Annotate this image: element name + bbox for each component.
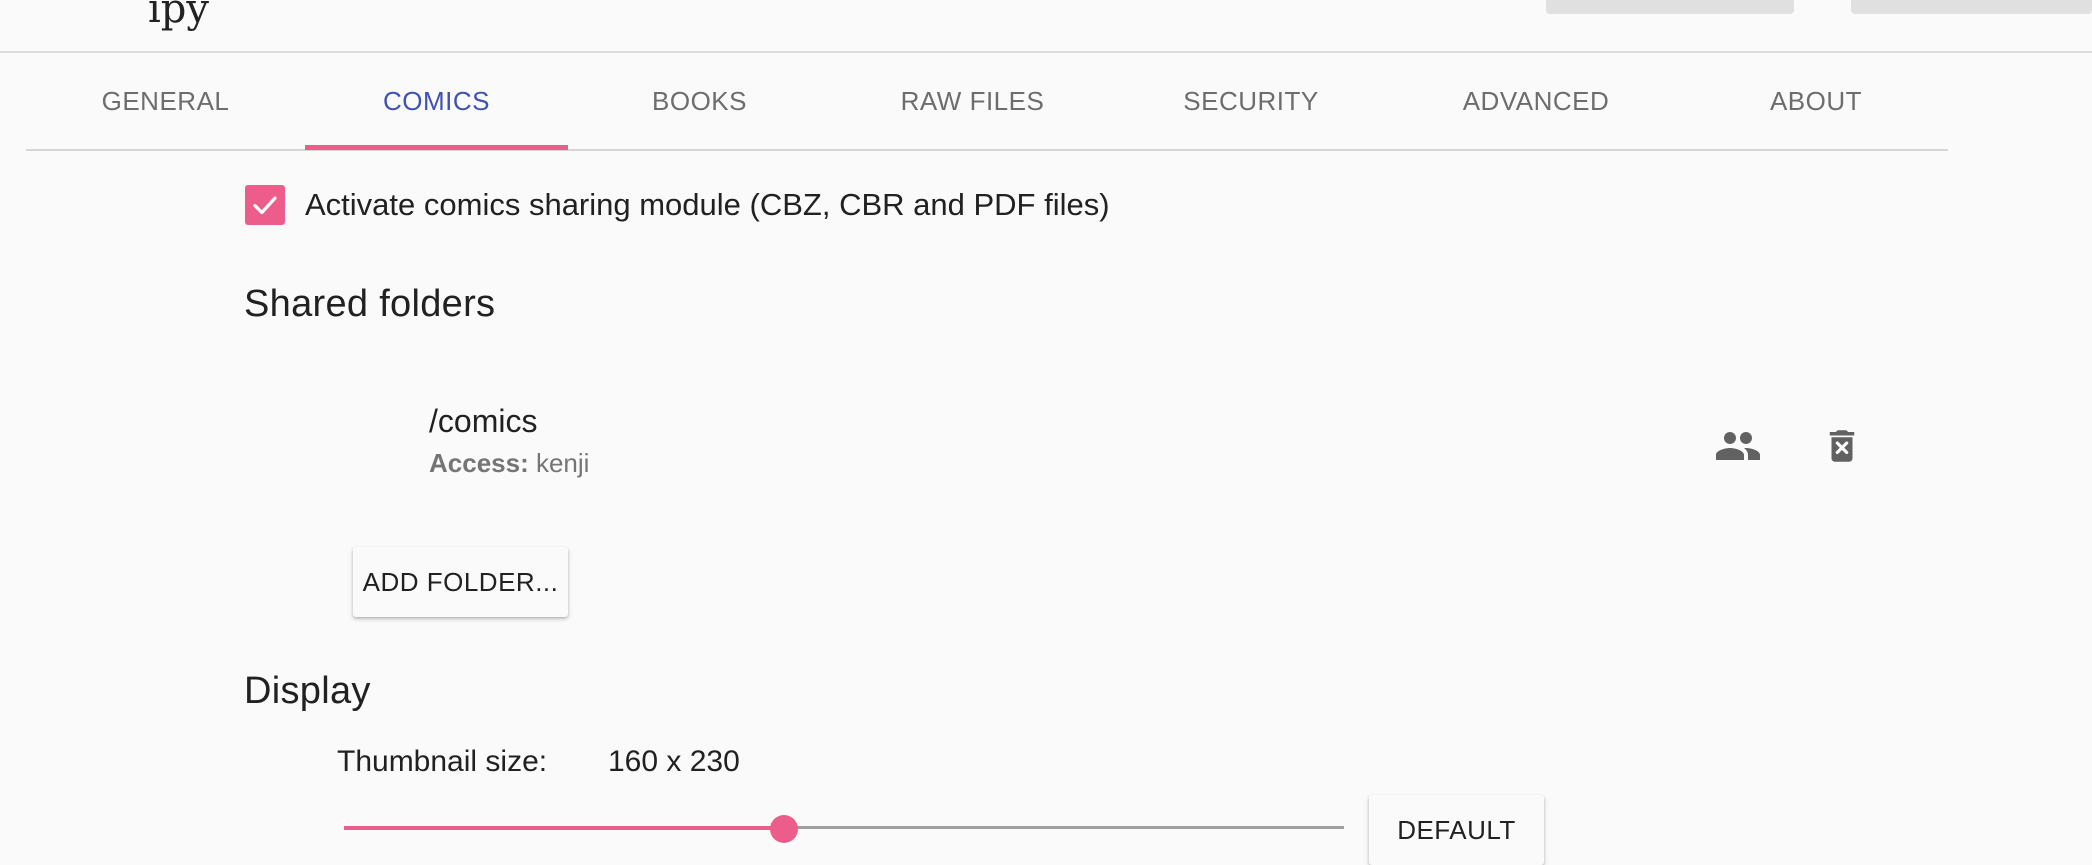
tab-raw-files[interactable]: RAW FILES: [831, 53, 1114, 149]
thumbnail-size-slider[interactable]: [344, 815, 1344, 843]
tab-about-label: ABOUT: [1769, 85, 1863, 116]
top-action-button-1[interactable]: [1546, 0, 1794, 14]
add-folder-button[interactable]: ADD FOLDER...: [353, 547, 568, 617]
tab-books[interactable]: BOOKS: [568, 53, 831, 149]
tab-raw-files-label: RAW FILES: [900, 85, 1045, 116]
tab-about[interactable]: ABOUT: [1684, 53, 1948, 149]
tab-comics-label: COMICS: [383, 85, 490, 116]
app-bar: ıpy: [0, 0, 2092, 53]
tab-advanced[interactable]: ADVANCED: [1388, 53, 1684, 149]
folder-path: /comics: [429, 403, 538, 439]
folder-access-label: Access:: [429, 448, 529, 478]
slider-fill: [344, 826, 784, 830]
tab-security-label: SECURITY: [1183, 85, 1319, 116]
slider-knob[interactable]: [770, 815, 798, 843]
folder-access: Access: kenji: [429, 448, 589, 479]
folder-permissions-button[interactable]: [1708, 416, 1768, 476]
add-folder-button-label: ADD FOLDER...: [362, 566, 559, 597]
settings-tabs: GENERAL COMICS BOOKS RAW FILES SECURITY …: [26, 53, 1948, 151]
thumbnail-size-label: Thumbnail size:: [337, 745, 548, 778]
app-logo: ıpy: [148, 0, 209, 32]
active-tab-indicator: [305, 145, 568, 150]
comics-module-label: Activate comics sharing module (CBZ, CBR…: [305, 187, 1110, 222]
default-button[interactable]: DEFAULT: [1369, 795, 1544, 865]
checkmark-icon: [253, 196, 277, 215]
thumbnail-size-value: 160 x 230: [608, 745, 740, 778]
people-icon: [1716, 432, 1760, 460]
default-button-label: DEFAULT: [1397, 814, 1516, 845]
shared-folders-title: Shared folders: [244, 283, 496, 325]
tab-general-label: GENERAL: [101, 85, 230, 116]
folder-delete-button[interactable]: [1812, 416, 1872, 476]
tab-security[interactable]: SECURITY: [1114, 53, 1388, 149]
tab-comics[interactable]: COMICS: [305, 53, 568, 149]
comics-module-checkbox[interactable]: [245, 185, 285, 225]
tab-books-label: BOOKS: [652, 85, 747, 116]
display-title: Display: [244, 670, 371, 712]
folder-access-value: kenji: [535, 448, 590, 478]
tab-advanced-label: ADVANCED: [1462, 85, 1610, 116]
tab-general[interactable]: GENERAL: [26, 53, 305, 149]
delete-icon: [1829, 430, 1855, 462]
top-action-button-2[interactable]: [1851, 0, 2092, 14]
